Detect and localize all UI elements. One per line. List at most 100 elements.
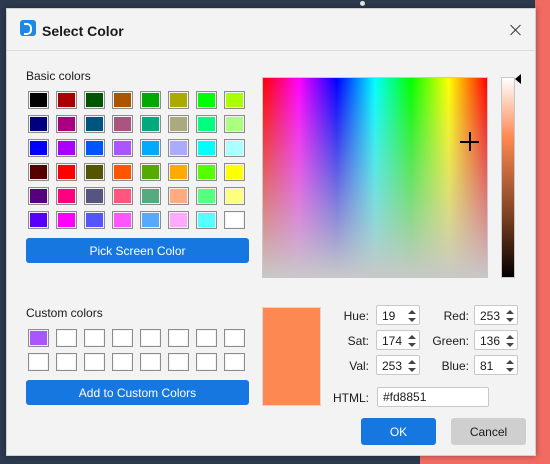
- basic-color-swatch[interactable]: [196, 163, 217, 181]
- current-color-preview: [262, 307, 321, 406]
- custom-color-swatch[interactable]: [168, 353, 189, 371]
- spin-down-icon[interactable]: [408, 368, 416, 372]
- basic-color-swatch[interactable]: [140, 91, 161, 109]
- basic-color-swatch[interactable]: [56, 211, 77, 229]
- basic-color-swatch[interactable]: [28, 211, 49, 229]
- basic-color-swatch[interactable]: [28, 115, 49, 133]
- red-label: Red:: [443, 309, 469, 323]
- custom-color-swatch[interactable]: [56, 353, 77, 371]
- basic-color-swatch[interactable]: [112, 187, 133, 205]
- basic-color-swatch[interactable]: [224, 91, 245, 109]
- basic-color-swatch[interactable]: [112, 163, 133, 181]
- custom-color-swatch[interactable]: [196, 353, 217, 371]
- basic-color-swatch[interactable]: [168, 163, 189, 181]
- basic-color-swatch[interactable]: [84, 187, 105, 205]
- add-to-custom-colors-button[interactable]: Add to Custom Colors: [26, 380, 249, 405]
- blue-spinbox[interactable]: 81: [474, 355, 518, 375]
- basic-color-swatch[interactable]: [140, 211, 161, 229]
- basic-color-swatch[interactable]: [140, 139, 161, 157]
- basic-color-swatch[interactable]: [224, 211, 245, 229]
- spin-up-icon[interactable]: [408, 360, 416, 364]
- spin-up-icon[interactable]: [506, 360, 514, 364]
- basic-color-swatch[interactable]: [196, 211, 217, 229]
- basic-color-swatch[interactable]: [196, 187, 217, 205]
- spin-up-icon[interactable]: [506, 335, 514, 339]
- basic-color-swatch[interactable]: [56, 187, 77, 205]
- basic-color-swatch[interactable]: [28, 187, 49, 205]
- custom-color-swatch[interactable]: [84, 329, 105, 347]
- basic-color-swatch[interactable]: [224, 115, 245, 133]
- basic-color-swatch[interactable]: [224, 187, 245, 205]
- custom-color-swatch[interactable]: [112, 353, 133, 371]
- spin-down-icon[interactable]: [506, 368, 514, 372]
- custom-color-swatch[interactable]: [224, 353, 245, 371]
- green-spinbox[interactable]: 136: [474, 330, 518, 350]
- custom-color-swatch[interactable]: [140, 329, 161, 347]
- val-spinbox[interactable]: 253: [376, 355, 420, 375]
- background-app-panel: [535, 0, 550, 464]
- basic-color-swatch[interactable]: [224, 163, 245, 181]
- slider-pointer-icon[interactable]: [515, 74, 521, 84]
- sat-spinbox[interactable]: 174: [376, 330, 420, 350]
- pick-screen-color-button[interactable]: Pick Screen Color: [26, 238, 249, 263]
- ok-button[interactable]: OK: [361, 418, 436, 445]
- app-icon: [20, 20, 36, 36]
- basic-color-swatch[interactable]: [196, 91, 217, 109]
- spin-up-icon[interactable]: [408, 335, 416, 339]
- cancel-button[interactable]: Cancel: [451, 418, 526, 445]
- basic-color-swatch[interactable]: [56, 139, 77, 157]
- custom-color-swatch[interactable]: [168, 329, 189, 347]
- custom-color-swatch[interactable]: [84, 353, 105, 371]
- custom-color-swatch[interactable]: [140, 353, 161, 371]
- basic-color-swatch[interactable]: [84, 211, 105, 229]
- basic-color-swatch[interactable]: [196, 115, 217, 133]
- red-spinbox[interactable]: 253: [474, 305, 518, 325]
- basic-color-swatch[interactable]: [28, 91, 49, 109]
- spin-up-icon[interactable]: [408, 310, 416, 314]
- custom-color-swatch[interactable]: [56, 329, 77, 347]
- basic-color-swatch[interactable]: [168, 211, 189, 229]
- hue-spinbox[interactable]: 19: [376, 305, 420, 325]
- spin-down-icon[interactable]: [408, 318, 416, 322]
- luminance-slider[interactable]: [501, 77, 515, 278]
- background-app-footer-accent: [420, 455, 550, 464]
- basic-color-swatch[interactable]: [112, 91, 133, 109]
- spin-up-icon[interactable]: [506, 310, 514, 314]
- sat-label: Sat:: [347, 334, 369, 348]
- basic-color-swatch[interactable]: [112, 139, 133, 157]
- basic-color-swatch[interactable]: [140, 187, 161, 205]
- basic-color-swatch[interactable]: [168, 187, 189, 205]
- basic-color-swatch[interactable]: [84, 163, 105, 181]
- spin-down-icon[interactable]: [506, 343, 514, 347]
- basic-color-swatch[interactable]: [112, 211, 133, 229]
- basic-color-swatch[interactable]: [84, 91, 105, 109]
- basic-color-swatch[interactable]: [84, 115, 105, 133]
- basic-color-swatch[interactable]: [112, 115, 133, 133]
- custom-color-swatch[interactable]: [196, 329, 217, 347]
- basic-color-swatch[interactable]: [224, 139, 245, 157]
- custom-color-swatch[interactable]: [112, 329, 133, 347]
- spin-down-icon[interactable]: [506, 318, 514, 322]
- basic-color-swatch[interactable]: [196, 139, 217, 157]
- sat-value: 174: [382, 334, 403, 348]
- basic-color-swatch[interactable]: [168, 139, 189, 157]
- basic-color-swatch[interactable]: [56, 115, 77, 133]
- basic-color-swatch[interactable]: [168, 91, 189, 109]
- basic-color-swatch[interactable]: [28, 163, 49, 181]
- basic-color-swatch[interactable]: [84, 139, 105, 157]
- color-spectrum[interactable]: [262, 77, 488, 278]
- basic-color-swatch[interactable]: [140, 163, 161, 181]
- green-label: Green:: [432, 334, 469, 348]
- basic-color-swatch[interactable]: [140, 115, 161, 133]
- basic-color-swatch[interactable]: [56, 163, 77, 181]
- spin-down-icon[interactable]: [408, 343, 416, 347]
- custom-color-swatch[interactable]: [28, 353, 49, 371]
- custom-color-swatch[interactable]: [28, 329, 49, 347]
- close-icon[interactable]: [503, 17, 529, 43]
- basic-color-swatch[interactable]: [56, 91, 77, 109]
- custom-colors-label: Custom colors: [26, 306, 103, 320]
- html-color-input[interactable]: [377, 387, 489, 407]
- basic-color-swatch[interactable]: [168, 115, 189, 133]
- custom-color-swatch[interactable]: [224, 329, 245, 347]
- basic-color-swatch[interactable]: [28, 139, 49, 157]
